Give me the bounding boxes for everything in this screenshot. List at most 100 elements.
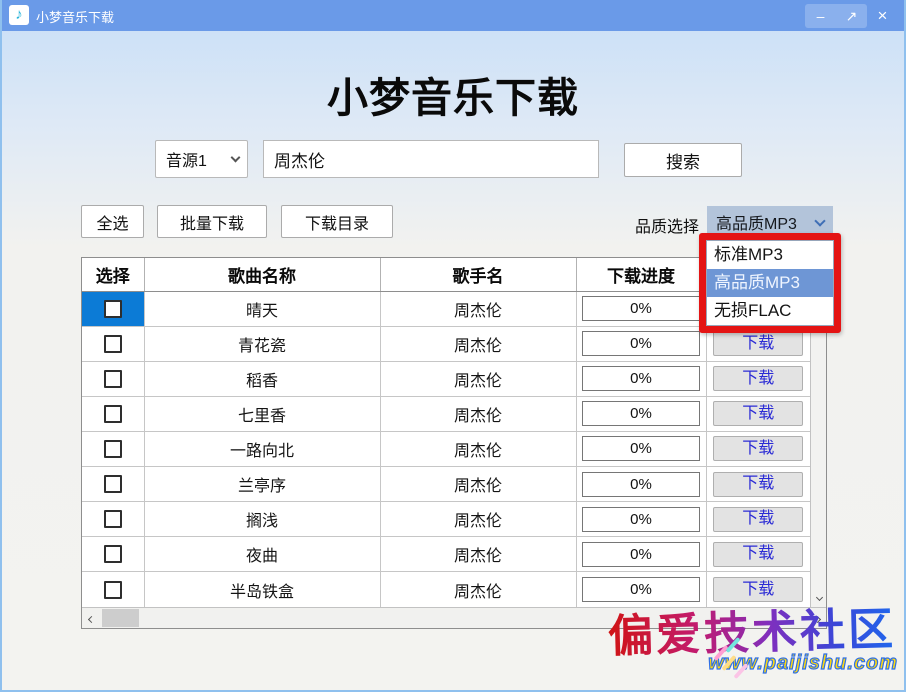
download-button[interactable]: 下载	[713, 366, 803, 391]
quality-dropdown-annotation: 标准MP3高品质MP3无损FLAC	[699, 233, 841, 333]
download-button[interactable]: 下载	[713, 401, 803, 426]
progress-cell: 0%	[576, 502, 706, 537]
table-row: 兰亭序 周杰伦 0% 下载	[82, 467, 810, 502]
table-row: 稻香 周杰伦 0% 下载	[82, 361, 810, 396]
artist-name-cell: 周杰伦	[380, 537, 576, 572]
header-artist: 歌手名	[380, 258, 576, 291]
progress-box: 0%	[582, 401, 700, 426]
select-all-button[interactable]: 全选	[81, 205, 144, 238]
download-button[interactable]: 下载	[713, 472, 803, 497]
download-button[interactable]: 下载	[713, 542, 803, 567]
progress-box: 0%	[582, 296, 700, 321]
scroll-down-button[interactable]	[811, 588, 828, 605]
song-name-cell: 青花瓷	[144, 326, 380, 361]
download-button[interactable]: 下载	[713, 436, 803, 461]
progress-cell: 0%	[576, 361, 706, 396]
artist-name-cell: 周杰伦	[380, 396, 576, 431]
row-checkbox[interactable]	[104, 581, 122, 599]
row-checkbox[interactable]	[104, 300, 122, 318]
select-cell[interactable]	[82, 326, 144, 361]
chevron-right-icon	[813, 616, 820, 623]
chevron-down-icon	[231, 153, 241, 163]
download-dir-button[interactable]: 下载目录	[281, 205, 393, 238]
row-checkbox[interactable]	[104, 475, 122, 493]
close-button[interactable]: ×	[867, 4, 898, 28]
select-cell[interactable]	[82, 396, 144, 431]
row-checkbox[interactable]	[104, 440, 122, 458]
scroll-left-button[interactable]	[82, 608, 100, 628]
page-title: 小梦音乐下载	[2, 64, 904, 124]
progress-cell: 0%	[576, 431, 706, 466]
progress-cell: 0%	[576, 537, 706, 572]
progress-box: 0%	[582, 542, 700, 567]
quality-label: 品质选择	[594, 213, 699, 237]
music-note-icon: ♪	[15, 6, 23, 23]
artist-name-cell: 周杰伦	[380, 467, 576, 502]
artist-name-cell: 周杰伦	[380, 361, 576, 396]
row-checkbox[interactable]	[104, 510, 122, 528]
select-cell[interactable]	[82, 431, 144, 466]
maximize-icon: ↗	[846, 8, 858, 24]
minimize-button[interactable]: –	[805, 4, 836, 28]
select-cell[interactable]	[82, 361, 144, 396]
source-select[interactable]: 音源1	[155, 140, 248, 178]
song-name-cell: 七里香	[144, 396, 380, 431]
header-progress: 下载进度	[576, 258, 706, 291]
download-button[interactable]: 下载	[713, 507, 803, 532]
select-cell[interactable]	[82, 502, 144, 537]
download-cell: 下载	[706, 537, 810, 572]
select-cell[interactable]	[82, 467, 144, 502]
quality-dropdown-list: 标准MP3高品质MP3无损FLAC	[706, 240, 834, 326]
artist-name-cell: 周杰伦	[380, 502, 576, 537]
minimize-icon: –	[817, 8, 825, 24]
progress-box: 0%	[582, 366, 700, 391]
chevron-down-icon	[814, 215, 825, 226]
download-button[interactable]: 下载	[713, 577, 803, 602]
batch-download-button[interactable]: 批量下载	[157, 205, 267, 238]
close-icon: ×	[878, 6, 888, 25]
titlebar: ♪ 小梦音乐下载 – ↗ ×	[0, 0, 906, 31]
progress-cell: 0%	[576, 396, 706, 431]
progress-cell: 0%	[576, 291, 706, 326]
window-controls-highlight: – ↗	[805, 4, 867, 28]
header-song: 歌曲名称	[144, 258, 380, 291]
song-name-cell: 兰亭序	[144, 467, 380, 502]
artist-name-cell: 周杰伦	[380, 326, 576, 361]
select-cell[interactable]	[82, 537, 144, 572]
search-button[interactable]: 搜索	[624, 143, 742, 177]
search-input[interactable]	[263, 140, 599, 178]
chevron-left-icon	[87, 616, 94, 623]
row-checkbox[interactable]	[104, 370, 122, 388]
quality-select-value: 高品质MP3	[716, 210, 816, 234]
row-checkbox[interactable]	[104, 545, 122, 563]
quality-option[interactable]: 标准MP3	[707, 241, 833, 269]
maximize-button[interactable]: ↗	[836, 4, 867, 28]
table-row: 七里香 周杰伦 0% 下载	[82, 396, 810, 431]
select-cell[interactable]	[82, 572, 144, 607]
quality-option[interactable]: 高品质MP3	[707, 269, 833, 297]
window-title: 小梦音乐下载	[36, 7, 114, 26]
download-cell: 下载	[706, 396, 810, 431]
select-cell[interactable]	[82, 291, 144, 326]
row-checkbox[interactable]	[104, 405, 122, 423]
download-cell: 下载	[706, 572, 810, 607]
header-select: 选择	[82, 258, 144, 291]
progress-cell: 0%	[576, 326, 706, 361]
progress-box: 0%	[582, 331, 700, 356]
horizontal-scrollbar[interactable]	[82, 607, 826, 628]
horizontal-scroll-thumb[interactable]	[102, 609, 139, 627]
window-controls: – ↗ ×	[805, 4, 898, 28]
chevron-down-icon	[816, 594, 823, 601]
progress-box: 0%	[582, 577, 700, 602]
row-checkbox[interactable]	[104, 335, 122, 353]
download-button[interactable]: 下载	[713, 331, 803, 356]
scroll-right-button[interactable]	[808, 608, 826, 628]
app-window: ♪ 小梦音乐下载 – ↗ × 小梦音乐下载 音源1 搜索 全选 批量下载 下载目…	[0, 0, 906, 692]
song-name-cell: 晴天	[144, 291, 380, 326]
quality-option[interactable]: 无损FLAC	[707, 297, 833, 325]
download-cell: 下载	[706, 431, 810, 466]
artist-name-cell: 周杰伦	[380, 431, 576, 466]
table-row: 搁浅 周杰伦 0% 下载	[82, 502, 810, 537]
artist-name-cell: 周杰伦	[380, 291, 576, 326]
download-cell: 下载	[706, 467, 810, 502]
